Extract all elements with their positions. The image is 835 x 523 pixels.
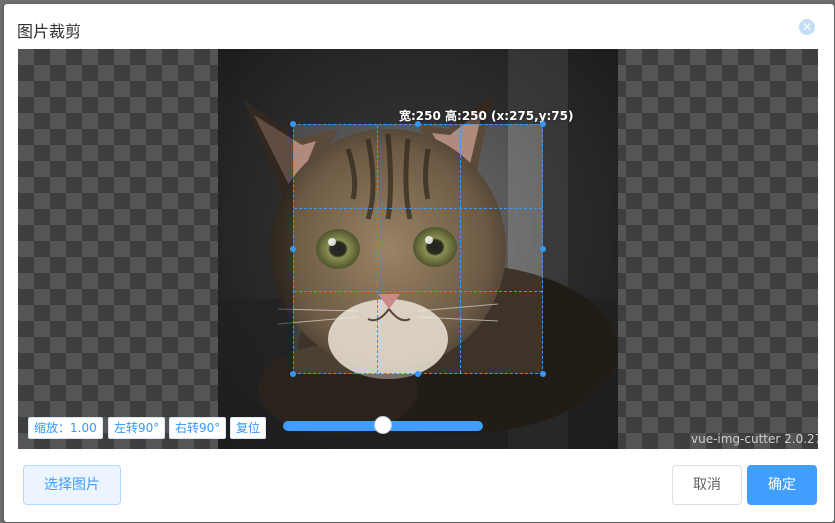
- crop-box[interactable]: [290, 121, 546, 377]
- grid-line: [377, 125, 378, 373]
- choose-image-button[interactable]: 选择图片: [23, 465, 121, 505]
- zoom-value-button[interactable]: 缩放：1.00: [28, 417, 103, 439]
- crop-handle-top-left[interactable]: [290, 121, 296, 127]
- confirm-button[interactable]: 确定: [747, 465, 817, 505]
- crop-handle-bottom-left[interactable]: [290, 371, 296, 377]
- dialog-title: 图片裁剪: [17, 22, 82, 41]
- zoom-slider-thumb[interactable]: [374, 416, 392, 434]
- grid-line: [294, 208, 542, 209]
- crop-handle-top-right[interactable]: [540, 121, 546, 127]
- rotate-right-button[interactable]: 右转90°: [169, 417, 227, 439]
- crop-handle-bottom[interactable]: [415, 371, 421, 377]
- crop-handle-right[interactable]: [540, 246, 546, 252]
- close-icon[interactable]: ✕: [799, 19, 815, 35]
- crop-handle-left[interactable]: [290, 246, 296, 252]
- version-label: vue-img-cutter 2.0.27: [691, 432, 818, 446]
- crop-handle-top[interactable]: [415, 121, 421, 127]
- crop-info-label: 宽:250 高:250 (x:275,y:75): [399, 109, 574, 123]
- grid-line: [294, 291, 542, 292]
- cancel-button[interactable]: 取消: [672, 465, 742, 505]
- crop-handle-bottom-right[interactable]: [540, 371, 546, 377]
- grid-line: [460, 125, 461, 373]
- rotate-left-button[interactable]: 左转90°: [108, 417, 166, 439]
- crop-stage[interactable]: 宽:250 高:250 (x:275,y:75) 缩放：1.00 左转90° 右…: [18, 49, 818, 449]
- reset-button[interactable]: 复位: [230, 417, 267, 439]
- crop-dialog: 图片裁剪 ✕ 宽:250 高:250 (x:275,y:75) 缩放：1.00 …: [4, 4, 834, 522]
